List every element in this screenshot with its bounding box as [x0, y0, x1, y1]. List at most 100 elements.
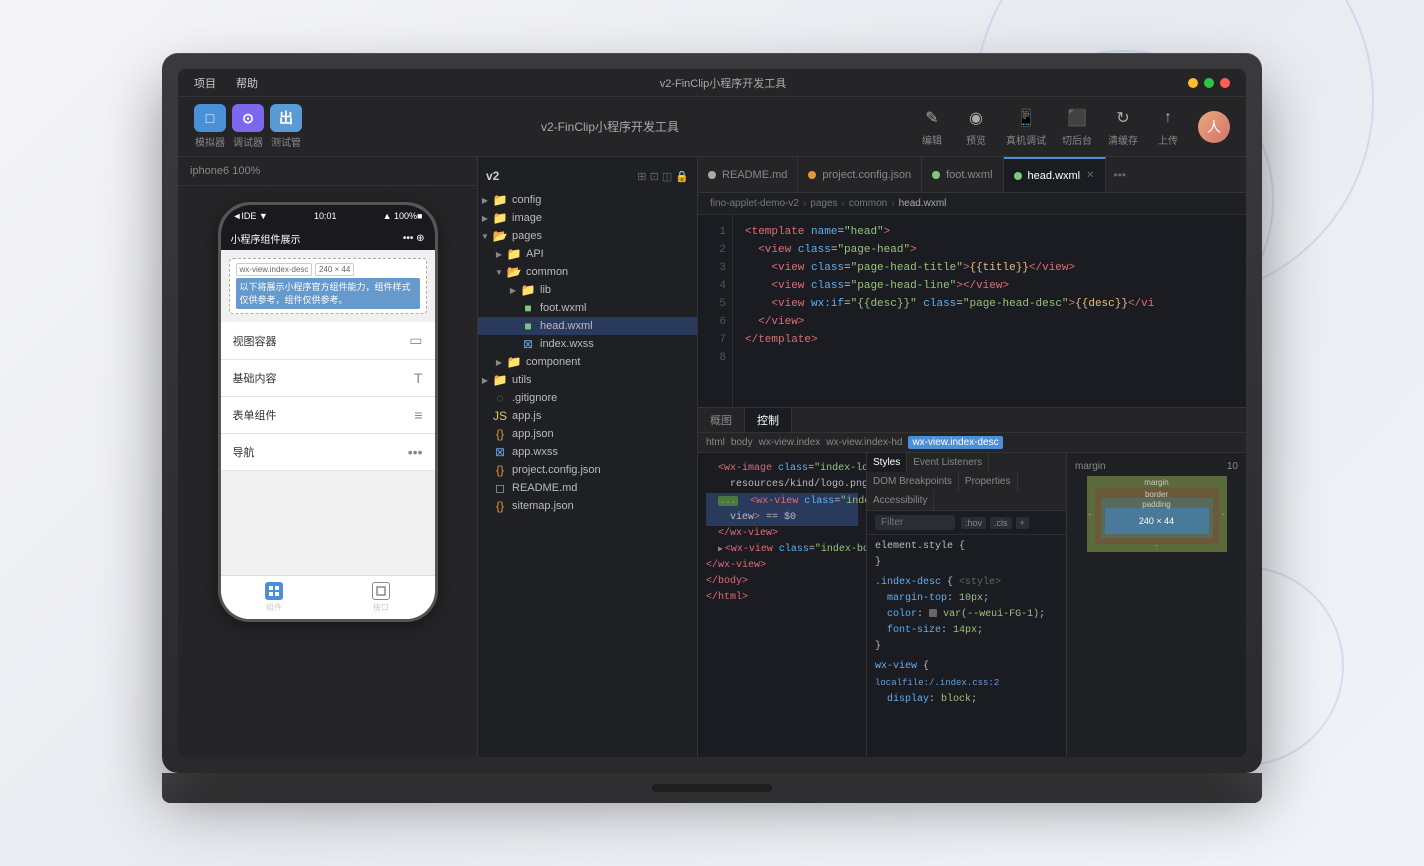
style-tab-properties[interactable]: Properties [959, 472, 1018, 491]
menu-item-nav[interactable]: 导航 ••• [221, 434, 435, 471]
ide-window: 项目 帮助 v2-FinClip小程序开发工具 □ [178, 69, 1246, 757]
tree-file-app-json[interactable]: {} app.json [478, 425, 697, 443]
editor-area: README.md project.config.json foot.wxml [698, 157, 1246, 757]
debugger-button[interactable]: ⊙ 调试器 [232, 104, 264, 149]
style-tab-styles[interactable]: Styles [867, 453, 907, 472]
left-panel: iphone6 100% ◄IDE ▼ 10:01 ▲ 100%■ [178, 157, 478, 757]
debugger-icon: ⊙ [232, 104, 264, 132]
menu-item-view-container[interactable]: 视图容器 ▭ [221, 322, 435, 360]
folder-icon-pages: 📂 [492, 229, 508, 243]
tree-folder-api[interactable]: ▶ 📁 API [478, 245, 697, 263]
tree-folder-lib[interactable]: ▶ 📁 lib [478, 281, 697, 299]
tree-file-app-js[interactable]: JS app.js [478, 407, 697, 425]
html-bc-wx-view-index[interactable]: wx-view.index [759, 437, 821, 448]
background-label: 切后台 [1062, 132, 1092, 147]
style-tab-event[interactable]: Event Listeners [907, 453, 989, 472]
box-border: border padding 240 × 44 [1095, 488, 1219, 544]
tab-head-wxml[interactable]: head.wxml ✕ [1004, 157, 1106, 192]
style-tab-accessibility[interactable]: Accessibility [867, 491, 934, 510]
menu-help[interactable]: 帮助 [236, 75, 258, 91]
tree-label-app-wxss: app.wxss [512, 446, 558, 458]
background-button[interactable]: ⬛ 切后台 [1062, 106, 1092, 147]
tab-label-foot: foot.wxml [946, 169, 992, 181]
code-content[interactable]: <template name="head"> <view class="page… [733, 215, 1246, 407]
html-bc-wx-view-index-desc[interactable]: wx-view.index-desc [908, 436, 1002, 449]
tree-file-foot-wxml[interactable]: ■ foot.wxml [478, 299, 697, 317]
html-bc-body[interactable]: body [731, 437, 753, 448]
tree-file-head-wxml[interactable]: ■ head.wxml [478, 317, 697, 335]
style-tab-dom[interactable]: DOM Breakpoints [867, 472, 959, 491]
phone-more-icon[interactable]: ••• ⊕ [403, 233, 425, 244]
preview-button[interactable]: ◉ 预览 [962, 106, 990, 147]
tree-file-sitemap[interactable]: {} sitemap.json [478, 497, 697, 515]
code-line-3: <view class="page-head-title">{{title}}<… [745, 259, 1234, 277]
arrow-config: ▶ [478, 196, 492, 205]
tree-file-index-wxss[interactable]: ⊠ index.wxss [478, 335, 697, 353]
edit-button[interactable]: ✎ 编辑 [918, 106, 946, 147]
tree-folder-common[interactable]: ▼ 📂 common [478, 263, 697, 281]
minimize-button[interactable] [1188, 78, 1198, 88]
simulator-button[interactable]: □ 模拟器 [194, 104, 226, 149]
background-icon: ⬛ [1063, 106, 1091, 130]
menu-item-label-view: 视图容器 [233, 333, 277, 349]
html-bc-wx-view-index-hd[interactable]: wx-view.index-hd [826, 437, 902, 448]
tree-file-readme[interactable]: ◻ README.md [478, 479, 697, 497]
tab-label-project: project.config.json [822, 169, 911, 181]
user-avatar[interactable]: 人 [1198, 111, 1230, 143]
style-prop-margin-top: margin-top: 10px; [875, 591, 1058, 607]
debugger-label: 调试器 [233, 134, 263, 149]
upload-button[interactable]: ↑ 上传 [1154, 106, 1182, 147]
tab-readme[interactable]: README.md [698, 157, 798, 192]
tree-file-project-config[interactable]: {} project.config.json [478, 461, 697, 479]
clear-cache-icon: ↻ [1109, 106, 1137, 130]
filter-tag-hov[interactable]: :hov [961, 517, 986, 529]
element-label: wx-view.index-desc [236, 263, 313, 276]
nav-label-interface: 接口 [373, 602, 389, 613]
box-margin-bottom: - [1155, 541, 1158, 550]
tree-folder-image[interactable]: ▶ 📁 image [478, 209, 697, 227]
breadcrumb-item-0: fino-applet-demo-v2 [710, 198, 799, 209]
close-button[interactable] [1220, 78, 1230, 88]
menu-item-form[interactable]: 表单组件 ≡ [221, 397, 435, 434]
nav-item-interface[interactable]: 接口 [328, 582, 435, 613]
arrow-common: ▼ [492, 268, 506, 277]
filter-tag-cls[interactable]: .cls [990, 517, 1012, 529]
tab-more[interactable]: ••• [1106, 157, 1135, 192]
laptop-notch [652, 784, 772, 792]
device-debug-button[interactable]: 📱 真机调试 [1006, 106, 1046, 147]
tree-file-app-wxss[interactable]: ⊠ app.wxss [478, 443, 697, 461]
tab-foot-wxml[interactable]: foot.wxml [922, 157, 1003, 192]
menu-item-basic-content[interactable]: 基础内容 T [221, 360, 435, 397]
inspector-tab-code[interactable]: 控制 [745, 408, 792, 432]
file-tree: v2 ⊞ ⊡ ◫ 🔒 ▶ 📁 config ▶ [478, 157, 698, 757]
code-line-6: </view> [745, 313, 1234, 331]
menu-project[interactable]: 项目 [194, 75, 216, 91]
tree-folder-utils[interactable]: ▶ 📁 utils [478, 371, 697, 389]
folder-icon-utils: 📁 [492, 373, 508, 387]
html-line-5: </wx-view> [706, 526, 858, 542]
code-line-7: </template> [745, 331, 1234, 349]
tree-label-gitignore: .gitignore [512, 392, 557, 404]
nav-item-component[interactable]: 组件 [221, 582, 328, 613]
file-icon-readme: ◻ [492, 481, 508, 495]
tree-folder-component[interactable]: ▶ 📁 component [478, 353, 697, 371]
code-editor[interactable]: 1 2 3 4 5 6 7 8 [698, 215, 1246, 407]
filter-input[interactable] [875, 515, 955, 530]
html-line-1: <wx-image class="index-logo" src="../res… [706, 461, 858, 477]
inspector-tab-graph[interactable]: 概图 [698, 408, 745, 432]
html-bc-html[interactable]: html [706, 437, 725, 448]
tree-file-gitignore[interactable]: ◌ .gitignore [478, 389, 697, 407]
clear-cache-button[interactable]: ↻ 清缓存 [1108, 106, 1138, 147]
test-button[interactable]: 出 测试管 [270, 104, 302, 149]
tab-project-config[interactable]: project.config.json [798, 157, 922, 192]
tree-folder-pages[interactable]: ▼ 📂 pages [478, 227, 697, 245]
code-line-8 [745, 349, 1234, 367]
laptop-base [162, 773, 1262, 803]
maximize-button[interactable] [1204, 78, 1214, 88]
tree-folder-config[interactable]: ▶ 📁 config [478, 191, 697, 209]
html-view[interactable]: <wx-image class="index-logo" src="../res… [698, 453, 866, 757]
filter-tag-add[interactable]: + [1016, 517, 1029, 529]
tab-close-head[interactable]: ✕ [1086, 170, 1094, 181]
tree-label-lib: lib [540, 284, 551, 296]
phone-carrier: ◄IDE ▼ [233, 211, 268, 221]
